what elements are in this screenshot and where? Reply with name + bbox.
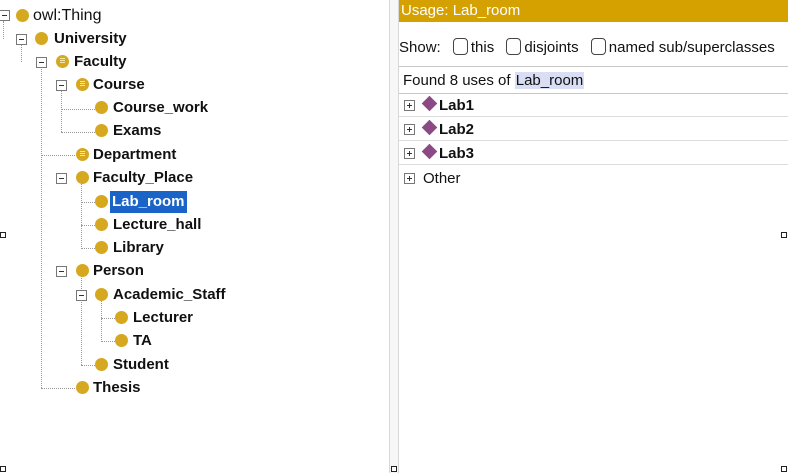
class-hierarchy-panel: owl:Thing University Faculty Course Cour…	[0, 0, 389, 473]
expand-toggle-icon[interactable]	[404, 148, 415, 159]
class-icon	[95, 101, 108, 114]
individual-icon	[421, 95, 438, 112]
tree-connector	[101, 300, 102, 342]
tree-connector	[41, 155, 75, 156]
class-icon	[95, 241, 108, 254]
collapse-toggle-icon[interactable]	[36, 57, 47, 68]
class-icon	[76, 381, 89, 394]
pane-splitter[interactable]	[389, 0, 399, 473]
tree-node-label: Academic_Staff	[113, 286, 226, 303]
class-icon	[95, 124, 108, 137]
tree-node-label: Faculty_Place	[93, 169, 194, 186]
usage-row-label: Lab3	[439, 145, 475, 162]
tree-node-label: Person	[93, 262, 144, 279]
resize-handle[interactable]	[391, 466, 397, 472]
tree-connector	[41, 388, 75, 389]
collapse-toggle-icon[interactable]	[56, 266, 67, 277]
named-sub-superclasses-checkbox[interactable]	[590, 38, 606, 55]
resize-handle[interactable]	[781, 466, 787, 472]
expand-toggle-icon[interactable]	[404, 124, 415, 135]
tree-node-label: Faculty	[74, 53, 127, 70]
individual-icon	[421, 143, 438, 160]
show-label: Show:	[399, 39, 441, 56]
equivalent-class-icon	[76, 78, 89, 91]
usage-row-label: Lab1	[439, 97, 475, 114]
tree-node-label: Exams	[113, 122, 162, 139]
usage-row-lab1[interactable]: Lab1	[399, 94, 788, 117]
named-sub-superclasses-checkbox-label: named sub/superclasses	[608, 39, 775, 56]
collapse-toggle-icon[interactable]	[56, 173, 67, 184]
usage-row-lab3[interactable]: Lab3	[399, 142, 788, 165]
equivalent-class-icon	[56, 55, 69, 68]
equivalent-class-icon	[76, 148, 89, 161]
tree-node-label: Lecturer	[133, 309, 194, 326]
tree-connector	[101, 318, 115, 319]
expand-toggle-icon[interactable]	[404, 173, 415, 184]
usage-header: Usage: Lab_room	[399, 0, 788, 22]
tree-node-label: Course_work	[113, 99, 209, 116]
tree-node-label: owl:Thing	[33, 7, 102, 24]
resize-handle[interactable]	[0, 466, 6, 472]
usage-row-label: Other	[423, 170, 461, 187]
tree-node-label: Library	[113, 239, 164, 256]
tree-connector	[81, 225, 95, 226]
this-checkbox[interactable]	[452, 38, 468, 55]
tree-node-label: University	[54, 30, 127, 47]
class-icon	[95, 358, 108, 371]
tree-node-label: Department	[93, 146, 177, 163]
class-icon	[115, 334, 128, 347]
found-prefix: Found 8 uses of	[403, 72, 511, 89]
found-summary: Found 8 uses of Lab_room	[403, 70, 585, 92]
disjoints-checkbox-label: disjoints	[524, 39, 579, 56]
individual-icon	[421, 119, 438, 136]
usage-row-other[interactable]: Other	[399, 167, 788, 190]
tree-node-label: Course	[93, 76, 145, 93]
tree-node-label: TA	[133, 332, 152, 349]
collapse-toggle-icon[interactable]	[76, 290, 87, 301]
tree-connector	[3, 21, 4, 39]
tree-node-label: Lecture_hall	[113, 216, 202, 233]
class-icon	[95, 218, 108, 231]
tree-node-label: Student	[113, 356, 169, 373]
tree-connector	[81, 365, 95, 366]
tree-connector	[81, 202, 95, 203]
collapse-toggle-icon[interactable]	[0, 10, 10, 21]
class-icon	[76, 264, 89, 277]
found-target: Lab_room	[514, 72, 585, 89]
disjoints-checkbox[interactable]	[506, 38, 522, 55]
expand-toggle-icon[interactable]	[404, 100, 415, 111]
resize-handle[interactable]	[0, 232, 6, 238]
collapse-toggle-icon[interactable]	[16, 34, 27, 45]
usage-panel: Usage: Lab_room Show: this disjoints nam…	[399, 0, 788, 473]
tree-connector	[81, 248, 95, 249]
this-checkbox-label: this	[470, 39, 495, 56]
class-icon	[95, 288, 108, 301]
usage-row-lab2[interactable]: Lab2	[399, 118, 788, 141]
tree-connector	[81, 183, 82, 249]
resize-handle[interactable]	[781, 232, 787, 238]
class-icon	[35, 32, 48, 45]
tree-connector	[41, 67, 42, 388]
collapse-toggle-icon[interactable]	[56, 80, 67, 91]
tree-connector	[61, 109, 95, 110]
tree-node-label-selected: Lab_room	[110, 191, 187, 213]
show-options-bar: Show: this disjoints named sub/superclas…	[399, 36, 775, 60]
separator	[399, 66, 788, 67]
class-icon	[76, 171, 89, 184]
tree-connector	[61, 132, 95, 133]
usage-row-label: Lab2	[439, 121, 475, 138]
tree-connector	[21, 44, 22, 62]
tree-node-label: Thesis	[93, 379, 141, 396]
class-icon	[16, 9, 29, 22]
class-icon	[115, 311, 128, 324]
tree-connector	[101, 341, 115, 342]
class-icon	[95, 195, 108, 208]
tree-connector	[61, 90, 62, 132]
